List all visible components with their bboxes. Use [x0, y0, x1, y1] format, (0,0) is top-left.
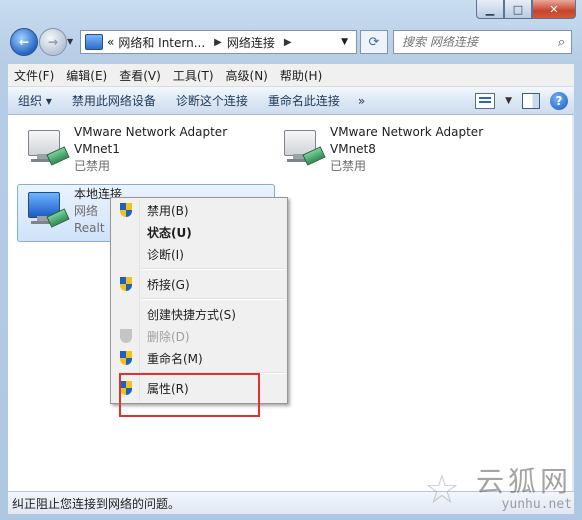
star-logo-icon: ☆	[423, 467, 460, 513]
maximize-button[interactable]: □	[504, 0, 532, 19]
refresh-icon: ⟳	[368, 34, 380, 50]
adapter-local-connection[interactable]: 本地连接 网络 Realt	[24, 186, 122, 237]
search-input[interactable]	[394, 34, 552, 50]
breadcrumb-network-connections[interactable]: 网络连接	[227, 34, 275, 51]
menu-separator	[141, 298, 284, 300]
menu-item-label: 重命名(M)	[147, 351, 203, 366]
menu-view[interactable]: 查看(V)	[113, 67, 167, 84]
more-commands-button[interactable]: »	[350, 94, 373, 108]
close-button[interactable]: ✕	[532, 0, 576, 19]
adapter-subname: VMnet1	[74, 142, 120, 156]
menu-edit[interactable]: 编辑(E)	[60, 67, 113, 84]
diagnose-connection-button[interactable]: 诊断这个连接	[166, 92, 258, 109]
breadcrumb-network-internet[interactable]: 网络和 Intern...	[118, 34, 205, 51]
menu-item-label: 删除(D)	[147, 329, 190, 344]
network-adapter-icon	[280, 124, 326, 168]
search-box[interactable]: ⌕	[393, 30, 572, 54]
arrow-right-icon: →	[47, 35, 59, 49]
adapter-vmnet1[interactable]: VMware Network Adapter VMnet1 已禁用	[24, 124, 227, 175]
refresh-button[interactable]: ⟳	[360, 30, 388, 54]
command-bar: 组织 ▾ 禁用此网络设备 诊断这个连接 重命名此连接 » ▼ ?	[8, 87, 574, 115]
menu-advanced[interactable]: 高级(N)	[220, 67, 274, 84]
menu-item-label: 桥接(G)	[147, 277, 190, 292]
menu-item-label: 状态(U)	[147, 225, 192, 240]
view-dropdown-icon[interactable]: ▼	[505, 96, 512, 106]
address-dropdown-icon[interactable]: ▼	[341, 37, 348, 47]
change-view-icon[interactable]	[475, 92, 496, 109]
back-button[interactable]: ←	[10, 28, 38, 56]
scrollbar[interactable]	[572, 115, 574, 492]
menu-item-label: 禁用(B)	[147, 203, 189, 218]
help-icon[interactable]: ?	[550, 91, 568, 110]
menu-separator	[141, 268, 284, 270]
menu-tools[interactable]: 工具(T)	[167, 67, 220, 84]
disable-device-button[interactable]: 禁用此网络设备	[62, 92, 166, 109]
menu-item-status[interactable]: 状态(U)	[113, 221, 285, 243]
breadcrumb-overflow[interactable]: «	[107, 35, 114, 49]
explorer-window: ▁ □ ✕ ← → ▼ « 网络和 Intern... ▶ 网络连接 ▶ ▼ ⟳…	[0, 0, 582, 520]
uac-shield-icon	[120, 277, 132, 291]
network-folder-icon	[85, 34, 103, 50]
adapter-name: VMware Network Adapter	[330, 125, 484, 139]
uac-shield-icon	[120, 203, 132, 217]
watermark-cn: 云狐网	[475, 465, 572, 498]
menu-item-delete: 删除(D)	[113, 325, 285, 347]
menu-item-disable[interactable]: 禁用(B)	[113, 199, 285, 221]
search-icon[interactable]: ⌕	[552, 35, 571, 50]
navigation-row: ← → ▼ « 网络和 Intern... ▶ 网络连接 ▶ ▼ ⟳ ⌕	[10, 28, 572, 58]
adapter-vmnet8[interactable]: VMware Network Adapter VMnet8 已禁用	[280, 124, 483, 175]
preview-pane-icon[interactable]	[522, 92, 540, 109]
annotation-highlight-box	[119, 373, 260, 417]
breadcrumb-chevron-icon[interactable]: ▶	[284, 37, 292, 48]
forward-button[interactable]: →	[39, 28, 67, 56]
address-bar[interactable]: « 网络和 Intern... ▶ 网络连接 ▶ ▼	[80, 30, 357, 54]
menu-item-rename[interactable]: 重命名(M)	[113, 347, 285, 369]
arrow-left-icon: ←	[18, 35, 30, 49]
menu-file[interactable]: 文件(F)	[8, 67, 60, 84]
window-controls: ▁ □ ✕	[476, 0, 576, 19]
adapter-status: 已禁用	[330, 159, 367, 173]
menu-item-bridge[interactable]: 桥接(G)	[113, 273, 285, 295]
menu-item-label: 诊断(I)	[147, 247, 184, 262]
watermark: ☆ 云狐网 yunhu.net	[424, 465, 572, 514]
menu-item-label: 创建快捷方式(S)	[147, 307, 236, 322]
rename-connection-button[interactable]: 重命名此连接	[258, 92, 350, 109]
adapter-status: 已禁用	[74, 159, 111, 173]
network-adapter-icon	[24, 124, 70, 168]
watermark-en: yunhu.net	[501, 497, 572, 512]
menu-item-create-shortcut[interactable]: 创建快捷方式(S)	[113, 303, 285, 325]
breadcrumb-chevron-icon[interactable]: ▶	[214, 37, 222, 48]
minimize-button[interactable]: ▁	[476, 0, 504, 19]
status-text: 纠正阻止您连接到网络的问题。	[12, 496, 181, 511]
uac-shield-icon	[120, 329, 132, 343]
menu-item-diagnose[interactable]: 诊断(I)	[113, 243, 285, 265]
organize-button[interactable]: 组织 ▾	[8, 92, 62, 109]
menu-help[interactable]: 帮助(H)	[274, 67, 328, 84]
adapter-name: VMware Network Adapter	[74, 125, 228, 139]
uac-shield-icon	[120, 351, 132, 365]
menu-bar: 文件(F) 编辑(E) 查看(V) 工具(T) 高级(N) 帮助(H)	[8, 64, 574, 87]
adapter-subname: VMnet8	[330, 142, 376, 156]
network-adapter-icon	[24, 186, 70, 230]
history-dropdown[interactable]: ▼	[67, 37, 73, 46]
